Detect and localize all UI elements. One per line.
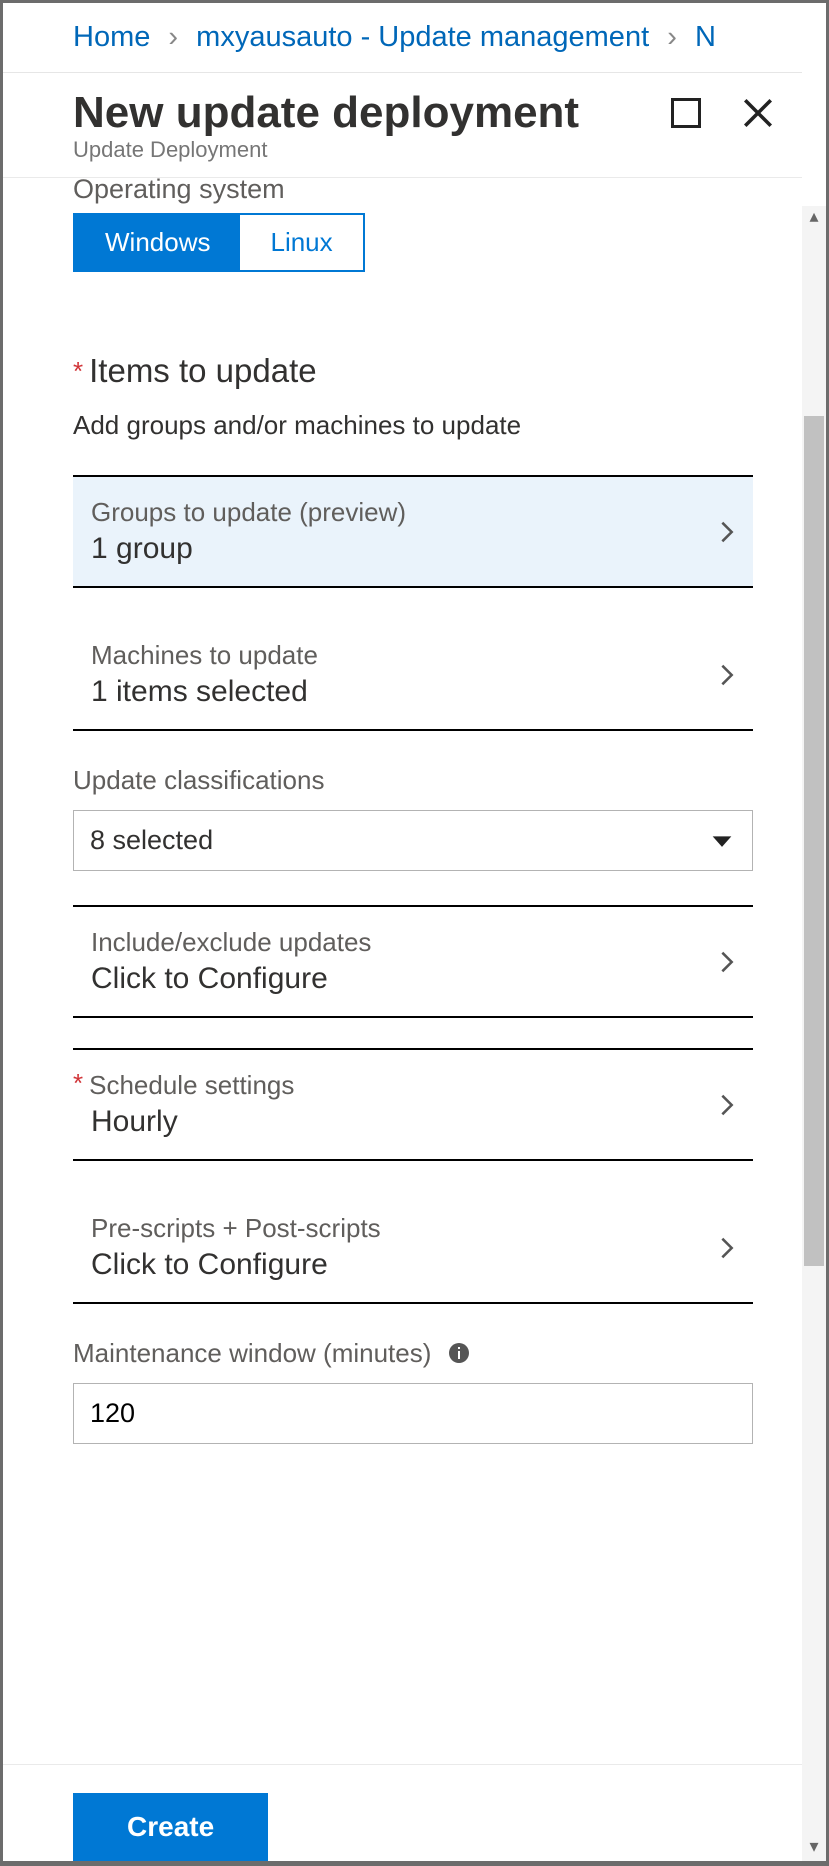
- page-title: New update deployment: [73, 89, 638, 137]
- os-toggle: Windows Linux: [73, 213, 365, 272]
- include-label: Include/exclude updates: [91, 927, 713, 958]
- machines-value: 1 items selected: [91, 675, 713, 709]
- section-title: *Items to update: [73, 352, 802, 390]
- breadcrumb-sep-icon: ›: [168, 21, 178, 53]
- create-button[interactable]: Create: [73, 1793, 268, 1861]
- machines-label: Machines to update: [91, 640, 713, 671]
- scroll-up-icon[interactable]: ▴: [804, 206, 824, 226]
- classifications-value: 8 selected: [90, 825, 708, 856]
- close-icon: [741, 96, 775, 130]
- os-label: Operating system: [73, 178, 802, 205]
- required-icon: *: [73, 356, 83, 386]
- maintenance-input[interactable]: [73, 1383, 753, 1444]
- schedule-settings-row[interactable]: *Schedule settings Hourly: [73, 1050, 753, 1159]
- scripts-label: Pre-scripts + Post-scripts: [91, 1213, 713, 1244]
- page-subtitle: Update Deployment: [73, 137, 638, 163]
- chevron-down-icon: [708, 827, 736, 855]
- chevron-right-icon: [713, 1234, 741, 1262]
- include-exclude-row[interactable]: Include/exclude updates Click to Configu…: [73, 907, 753, 1016]
- breadcrumb-item[interactable]: mxyausauto - Update management: [196, 21, 649, 53]
- info-icon[interactable]: [447, 1341, 471, 1365]
- chevron-right-icon: [713, 948, 741, 976]
- chevron-right-icon: [713, 518, 741, 546]
- maintenance-label: Maintenance window (minutes): [73, 1338, 753, 1369]
- scrollbar[interactable]: ▴ ▾: [802, 206, 826, 1861]
- groups-value: 1 group: [91, 532, 713, 566]
- chevron-right-icon: [713, 661, 741, 689]
- include-value: Click to Configure: [91, 962, 713, 996]
- machines-to-update-row[interactable]: Machines to update 1 items selected: [73, 620, 753, 729]
- os-windows-button[interactable]: Windows: [75, 215, 240, 270]
- chevron-right-icon: [713, 1091, 741, 1119]
- scroll-down-icon[interactable]: ▾: [804, 1836, 824, 1856]
- section-help: Add groups and/or machines to update: [73, 410, 802, 441]
- os-linux-button[interactable]: Linux: [240, 215, 362, 270]
- groups-to-update-row[interactable]: Groups to update (preview) 1 group: [73, 477, 753, 586]
- scripts-row[interactable]: Pre-scripts + Post-scripts Click to Conf…: [73, 1193, 753, 1302]
- classifications-label: Update classifications: [73, 765, 753, 796]
- breadcrumb-sep-icon: ›: [667, 21, 677, 53]
- scripts-value: Click to Configure: [91, 1248, 713, 1282]
- classifications-field: Update classifications 8 selected: [73, 765, 753, 871]
- groups-label: Groups to update (preview): [91, 497, 713, 528]
- breadcrumb: Home › mxyausauto - Update management › …: [3, 3, 802, 73]
- classifications-select[interactable]: 8 selected: [73, 810, 753, 871]
- scroll-thumb[interactable]: [804, 416, 824, 1266]
- schedule-value: Hourly: [91, 1105, 713, 1139]
- maintenance-field: Maintenance window (minutes): [73, 1338, 753, 1444]
- close-button[interactable]: [734, 89, 782, 137]
- maximize-button[interactable]: [662, 89, 710, 137]
- breadcrumb-trail: N: [695, 21, 716, 53]
- required-icon: *: [73, 1068, 83, 1098]
- schedule-label: *Schedule settings: [91, 1070, 713, 1101]
- breadcrumb-home[interactable]: Home: [73, 21, 150, 53]
- maximize-icon: [671, 98, 701, 128]
